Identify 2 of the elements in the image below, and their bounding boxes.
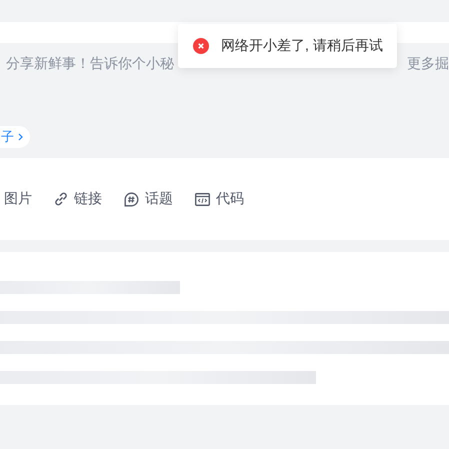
placeholder-text: 更多掘	[407, 54, 449, 72]
placeholder-text: 分享新鲜事！告诉你个小秘	[5, 54, 174, 72]
